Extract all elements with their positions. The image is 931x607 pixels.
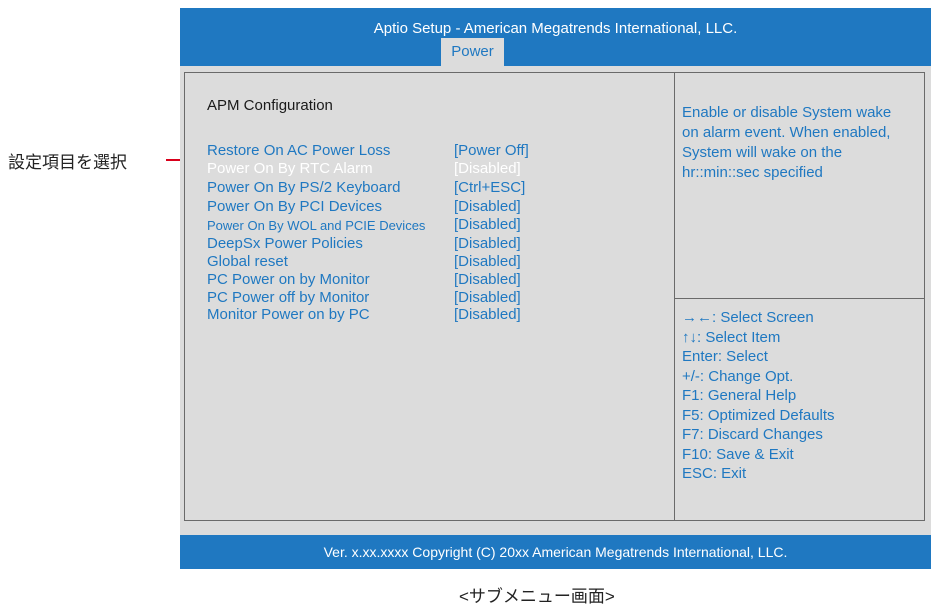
- help-divider: [675, 298, 925, 299]
- setting-label: PC Power off by Monitor: [207, 289, 370, 306]
- key-enter-select: Enter: Select: [682, 348, 768, 365]
- footer-copyright: Ver. x.xx.xxxx Copyright (C) 20xx Americ…: [180, 535, 931, 569]
- setting-label: Power On By PCI Devices: [207, 198, 383, 215]
- help-text: Enable or disable System wake on alarm e…: [682, 103, 918, 183]
- bios-setup-screen: Aptio Setup - American Megatrends Intern…: [180, 8, 931, 569]
- setting-value[interactable]: [Disabled]: [454, 253, 521, 270]
- key-general-help: F1: General Help: [682, 387, 797, 404]
- setting-value[interactable]: [Disabled]: [454, 306, 521, 323]
- setting-label: Global reset: [207, 253, 288, 270]
- setting-label: Power On By PS/2 Keyboard: [207, 179, 401, 196]
- setting-label: Power On By RTC Alarm: [207, 160, 373, 177]
- help-line: Enable or disable System wake: [682, 104, 892, 121]
- help-line: on alarm event. When enabled,: [682, 124, 891, 141]
- title-bar: Aptio Setup - American Megatrends Intern…: [180, 8, 931, 66]
- help-line: System will wake on the: [682, 144, 843, 161]
- key-select-screen: →←: Select Screen: [682, 309, 814, 326]
- key-discard-changes: F7: Discard Changes: [682, 426, 823, 443]
- key-change-opt: +/-: Change Opt.: [682, 367, 794, 385]
- caption-text: <サブメニュー画面>: [459, 587, 615, 606]
- setting-value[interactable]: [Ctrl+ESC]: [454, 179, 525, 196]
- key-optimized-defaults: F5: Optimized Defaults: [682, 406, 835, 424]
- setting-label: DeepSx Power Policies: [207, 235, 363, 252]
- setting-label: Monitor Power on by PC: [207, 306, 370, 323]
- setting-label: Power On By WOL and PCIE Devices: [207, 218, 426, 233]
- setting-value[interactable]: [Disabled]: [454, 271, 521, 288]
- setting-value[interactable]: [Disabled]: [454, 216, 521, 233]
- setting-value[interactable]: [Disabled]: [454, 235, 521, 252]
- setting-label: Restore On AC Power Loss: [207, 142, 391, 159]
- setting-value[interactable]: [Disabled]: [454, 289, 521, 306]
- panel-divider: [674, 73, 675, 520]
- tab-power[interactable]: Power: [441, 38, 504, 66]
- annotation-label: 設定項目を選択: [8, 153, 127, 172]
- window-title: Aptio Setup - American Megatrends Intern…: [373, 20, 738, 37]
- key-esc-exit: ESC: Exit: [682, 465, 747, 482]
- key-save-exit: F10: Save & Exit: [682, 445, 794, 463]
- setting-value[interactable]: [Disabled]: [454, 198, 521, 215]
- key-legend: →←: Select Screen ↑↓: Select Item Enter:…: [682, 309, 835, 485]
- key-select-item: ↑↓: Select Item: [682, 328, 781, 346]
- section-title: APM Configuration: [207, 97, 333, 114]
- setting-value[interactable]: [Power Off]: [454, 142, 529, 159]
- setting-label: PC Power on by Monitor: [207, 271, 370, 288]
- main-panel: APM Configuration Restore On AC Power Lo…: [184, 72, 925, 521]
- setting-value[interactable]: [Disabled]: [454, 160, 521, 177]
- help-line: hr::min::sec specified: [682, 164, 823, 181]
